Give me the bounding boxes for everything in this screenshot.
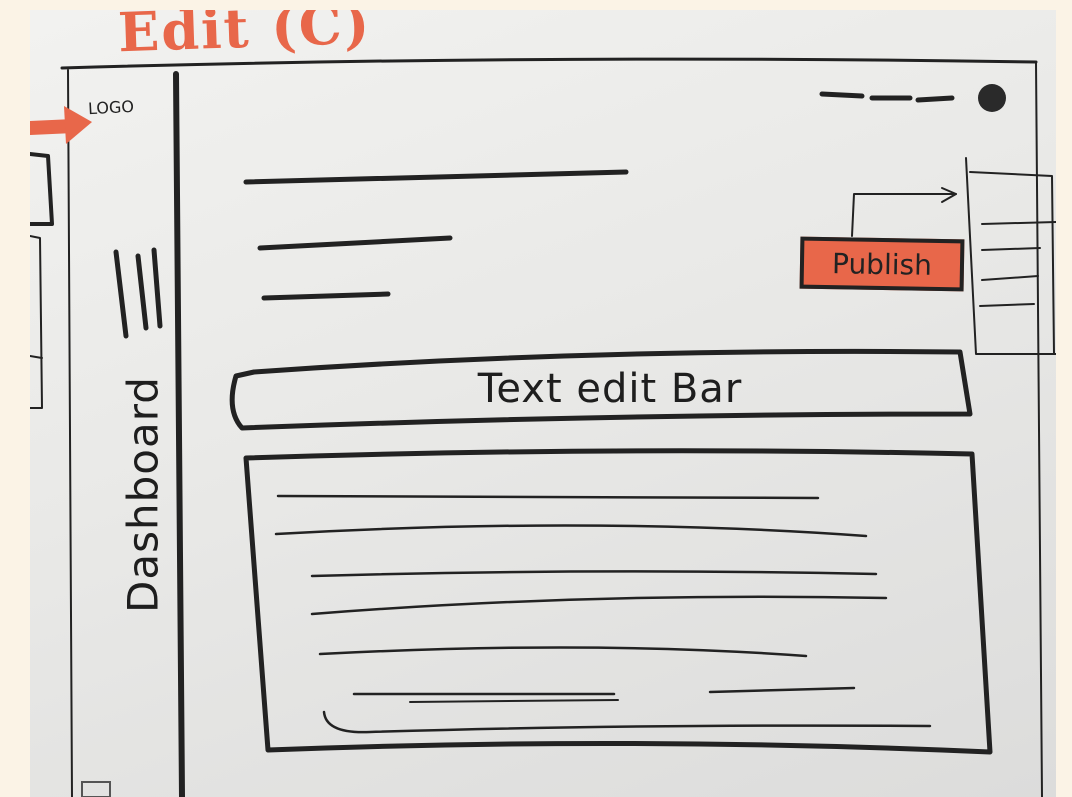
publish-button[interactable]: Publish: [799, 236, 965, 292]
sidebar-dashboard-label[interactable]: Dashboard: [119, 330, 168, 660]
page-title: Edit (C): [116, 10, 373, 65]
sketch-paper: Edit (C) LOGO Dashboard Publish Text edi…: [30, 10, 1056, 797]
arrow-icon: [30, 106, 92, 144]
avatar-icon[interactable]: [978, 84, 1006, 112]
logo[interactable]: LOGO: [88, 97, 135, 118]
text-edit-bar[interactable]: Text edit Bar: [360, 366, 860, 412]
